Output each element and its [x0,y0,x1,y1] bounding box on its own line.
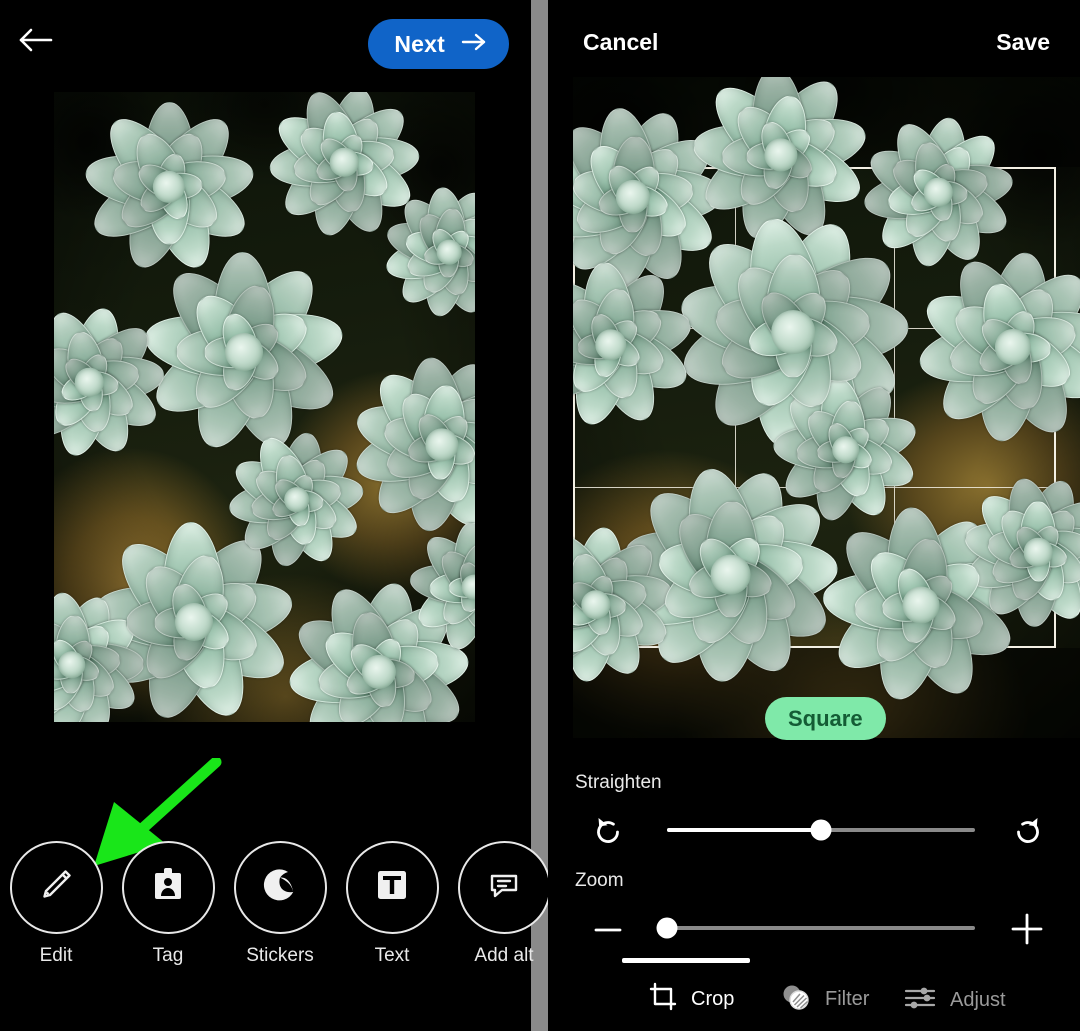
crop-photo-image [573,77,1080,738]
alt-text-icon [484,866,524,909]
straighten-slider-row [548,810,1080,850]
straighten-label: Straighten [575,772,662,793]
save-button[interactable]: Save [996,29,1050,56]
straighten-slider-thumb[interactable] [810,819,832,841]
tool-edit-circle[interactable] [9,841,103,934]
tab-adjust[interactable]: Adjust [903,984,1006,1017]
plus-icon[interactable] [1007,909,1047,949]
tab-adjust-label: Adjust [950,989,1006,1011]
adjust-sliders-icon [903,984,937,1017]
editor-tab-bar: Crop Filter Adjust [548,959,1080,1031]
tool-tag-label: Tag [152,945,184,966]
arrow-right-icon [461,32,487,57]
straighten-slider-track[interactable] [667,819,975,841]
tab-crop[interactable]: Crop [648,982,734,1017]
left-tools-row: Edit Tag Stickers Text Add alt [0,841,551,971]
minus-icon[interactable] [589,911,627,949]
tool-stickers-label: Stickers [246,945,314,966]
tag-person-icon [148,864,188,911]
tool-add-alt-label: Add alt [474,945,534,966]
right-panel-editor: Cancel Save Square Straighten Zoom Crop … [548,0,1080,1031]
zoom-label: Zoom [575,870,624,891]
left-panel-compose: Next Edit Tag Stickers Text Add alt [0,0,551,1031]
tool-tag[interactable]: Tag [112,841,224,967]
tool-text[interactable]: Text [336,841,448,967]
crop-photo-preview[interactable] [573,77,1080,738]
tool-tag-circle[interactable] [121,841,215,934]
app-screen: Next Edit Tag Stickers Text Add alt Canc… [0,0,1080,1031]
tool-edit[interactable]: Edit [0,841,112,967]
tool-edit-label: Edit [39,945,73,966]
text-t-icon [373,866,411,909]
tool-add-alt-circle[interactable] [457,841,551,934]
cancel-button[interactable]: Cancel [583,29,658,56]
rotate-counterclockwise-icon[interactable] [589,813,627,851]
rotate-clockwise-icon[interactable] [1009,813,1047,851]
aspect-ratio-chip-square[interactable]: Square [765,697,886,740]
tool-add-alt[interactable]: Add alt [448,841,560,967]
left-header: Next [0,0,531,90]
tool-stickers-circle[interactable] [233,841,327,934]
filter-icon [780,982,812,1017]
zoom-slider-rest [667,926,975,930]
zoom-slider-thumb[interactable] [656,917,678,939]
left-photo-preview[interactable] [54,92,475,722]
zoom-slider-row [548,908,1080,948]
sticker-moon-icon [260,865,300,910]
aspect-ratio-chip-label: Square [788,705,863,731]
tab-filter[interactable]: Filter [780,982,869,1017]
straighten-slider-fill [667,828,821,832]
tab-filter-label: Filter [825,988,870,1010]
next-button-label: Next [394,30,445,57]
crop-icon [648,982,678,1017]
tool-text-circle[interactable] [345,841,439,934]
tool-stickers[interactable]: Stickers [224,841,336,967]
zoom-slider-track[interactable] [656,917,975,939]
next-button[interactable]: Next [368,19,509,69]
tool-text-label: Text [374,945,410,966]
tab-crop-label: Crop [691,988,735,1010]
pencil-icon [34,863,78,912]
back-arrow-icon[interactable] [16,20,56,60]
